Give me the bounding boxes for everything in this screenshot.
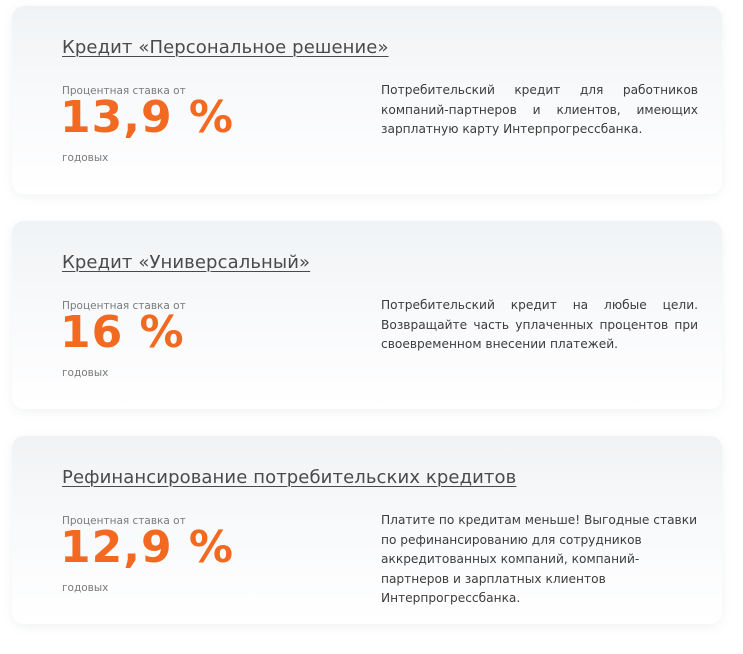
product-title-link[interactable]: Кредит «Универсальный» xyxy=(62,252,310,273)
rate-suffix: годовых xyxy=(62,582,109,594)
rate-value: 12,9 % xyxy=(60,522,234,573)
rate-value: 13,9 % xyxy=(60,92,234,143)
product-title-link[interactable]: Кредит «Персональное решение» xyxy=(62,37,389,58)
rate-suffix: годовых xyxy=(62,152,109,164)
product-card-universal: Кредит «Универсальный» Процентная ставка… xyxy=(12,221,722,409)
rate-value: 16 % xyxy=(60,307,185,358)
product-description: Потребительский кредит на любые цели. Во… xyxy=(381,298,698,351)
product-description: Потребительский кредит для работников ко… xyxy=(381,83,698,136)
product-title-link[interactable]: Рефинансирование потребительских кредито… xyxy=(62,467,516,488)
rate-suffix: годовых xyxy=(62,367,109,379)
product-card-personal-solution: Кредит «Персональное решение» Процентная… xyxy=(12,6,722,194)
product-card-refinancing: Рефинансирование потребительских кредито… xyxy=(12,436,722,624)
product-description: Платите по кредитам меньше! Выгодные ста… xyxy=(381,513,698,605)
